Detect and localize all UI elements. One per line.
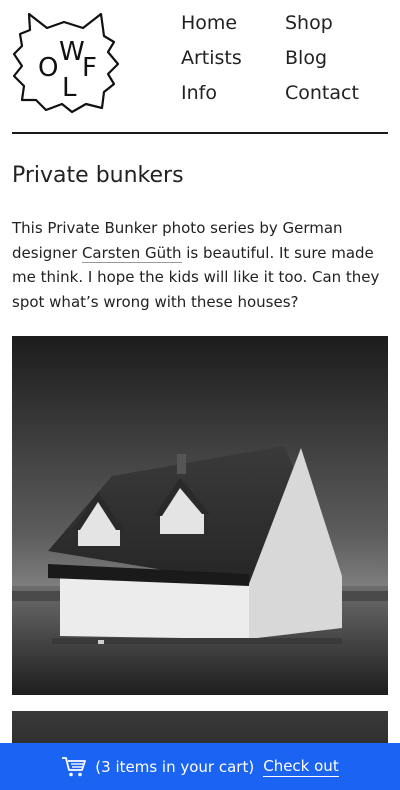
svg-text:F: F	[82, 53, 97, 83]
nav-blog[interactable]: Blog	[285, 47, 327, 69]
cart-summary[interactable]: (3 items in your cart)	[95, 758, 254, 776]
nav-info[interactable]: Info	[181, 82, 217, 104]
site-header: O W L F Home Shop Artists Blog Info Cont…	[12, 10, 388, 120]
nav-shop[interactable]: Shop	[285, 12, 333, 34]
svg-text:O: O	[38, 53, 58, 83]
nav-home[interactable]: Home	[181, 12, 237, 34]
nav-artists[interactable]: Artists	[181, 47, 242, 69]
owlf-logo[interactable]: O W L F	[12, 12, 120, 116]
cart-bar[interactable]: (3 items in your cart) Check out	[0, 743, 400, 790]
cart-icon	[62, 756, 87, 776]
house-photo	[12, 336, 388, 695]
nav-contact[interactable]: Contact	[285, 82, 359, 104]
svg-text:W: W	[59, 37, 85, 67]
header-divider	[12, 132, 388, 134]
post-title: Private bunkers	[12, 163, 184, 188]
post-intro: This Private Bunker photo series by Germ…	[12, 216, 390, 314]
author-link[interactable]: Carsten Güth	[81, 243, 182, 263]
checkout-link[interactable]: Check out	[263, 757, 339, 777]
svg-text:L: L	[62, 73, 77, 103]
